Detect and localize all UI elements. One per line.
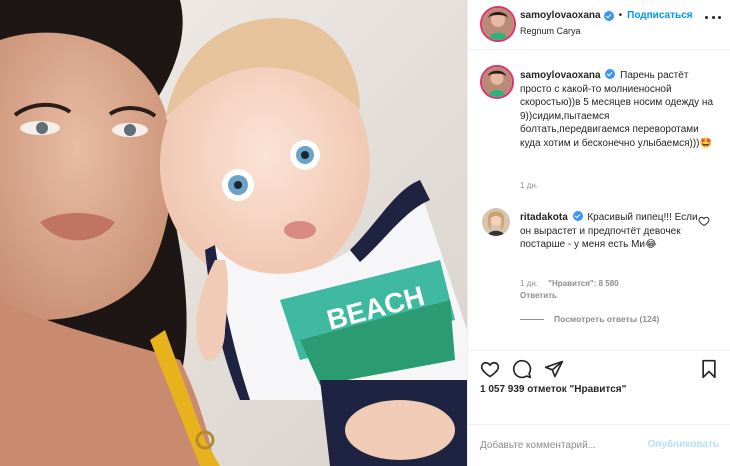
- add-comment-bar: Опубликовать: [468, 424, 730, 466]
- photo-illustration: BEACH: [0, 0, 467, 466]
- header-user-row: samoylovaoxana • Подписаться: [520, 10, 693, 21]
- comment-username[interactable]: ritadakota: [520, 212, 568, 223]
- likes-count[interactable]: 1 057 939 отметок "Нравится": [480, 384, 626, 395]
- verified-icon: [572, 211, 583, 221]
- comment-likes[interactable]: "Нравится": 8 580: [548, 279, 618, 288]
- post-photo[interactable]: BEACH: [0, 0, 467, 466]
- verified-icon: [605, 69, 616, 79]
- caption: samoylovaoxana Парень растёт просто с ка…: [520, 69, 720, 150]
- comment-meta: 1 дн. "Нравится": 8 580 Ответить: [520, 278, 627, 302]
- caption-text: Парень растёт просто с какой-то молниено…: [520, 70, 714, 149]
- post-panel: samoylovaoxana • Подписаться Regnum Cary…: [467, 0, 730, 466]
- author-username[interactable]: samoylovaoxana: [520, 10, 601, 21]
- caption-username[interactable]: samoylovaoxana: [520, 70, 601, 81]
- reply-button[interactable]: Ответить: [520, 291, 557, 300]
- comment-input[interactable]: [480, 437, 630, 453]
- comment-heart-icon[interactable]: [698, 215, 710, 227]
- heart-icon[interactable]: [480, 359, 500, 379]
- verified-icon: [603, 10, 614, 21]
- comments-section[interactable]: samoylovaoxana Парень растёт просто с ка…: [468, 51, 730, 351]
- follow-button[interactable]: Подписаться: [627, 10, 692, 21]
- caption-time[interactable]: 1 дн.: [520, 181, 538, 190]
- post-header: samoylovaoxana • Подписаться Regnum Cary…: [468, 0, 730, 50]
- share-icon[interactable]: [544, 359, 564, 379]
- view-replies-label: Посмотреть ответы (124): [554, 314, 660, 324]
- comment-time[interactable]: 1 дн.: [520, 279, 538, 288]
- author-avatar[interactable]: [482, 8, 514, 40]
- more-options-icon[interactable]: [705, 12, 721, 22]
- separator-dot: •: [618, 10, 623, 21]
- commenter-avatar[interactable]: [482, 208, 510, 236]
- caption-author-avatar[interactable]: [482, 67, 512, 97]
- view-replies-button[interactable]: Посмотреть ответы (124): [520, 314, 659, 324]
- post-location[interactable]: Regnum Carya: [520, 26, 581, 36]
- publish-button[interactable]: Опубликовать: [648, 439, 719, 450]
- action-bar: [468, 350, 730, 384]
- comment: ritadakota Красивый пипец!!! Если он выр…: [520, 211, 700, 252]
- bookmark-icon[interactable]: [699, 359, 719, 379]
- comment-icon[interactable]: [512, 359, 532, 379]
